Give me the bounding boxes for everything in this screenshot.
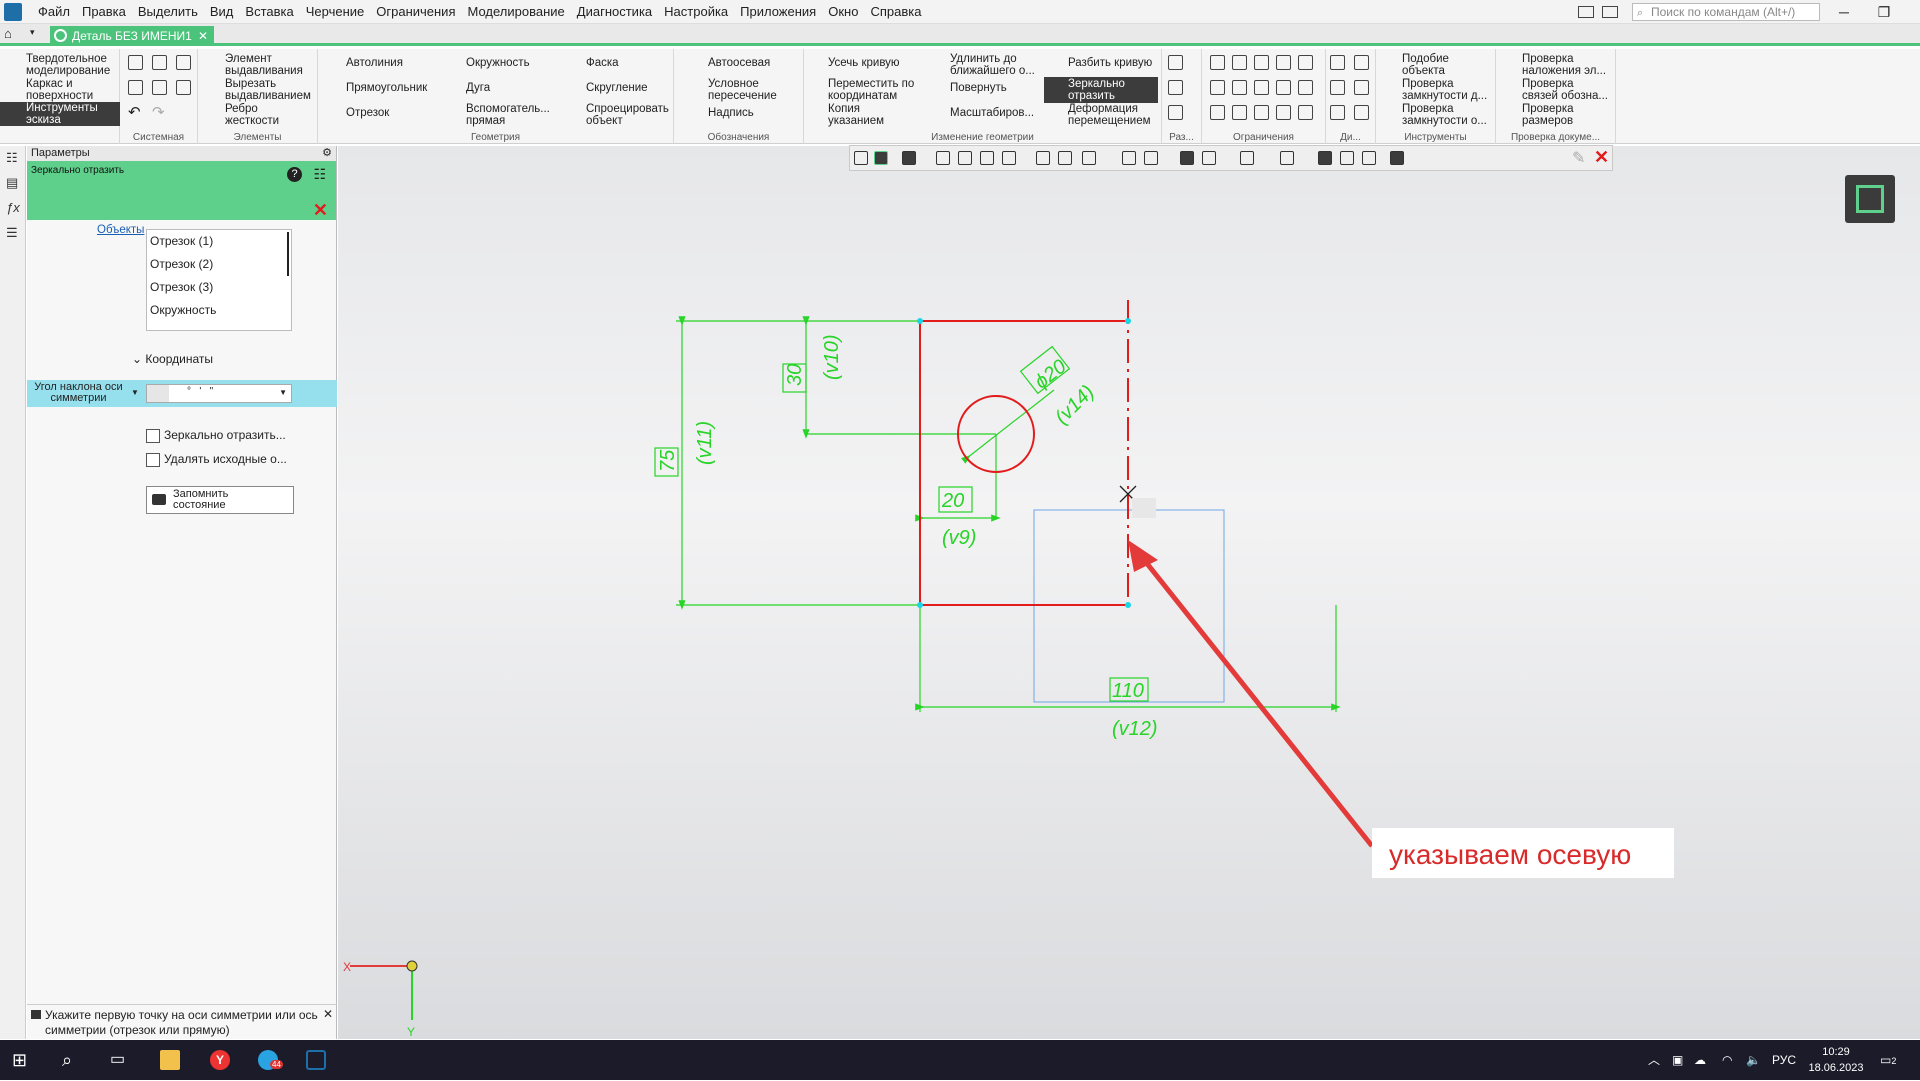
sketch-mode-icon[interactable]	[874, 151, 888, 165]
zoom-icon[interactable]	[1058, 151, 1072, 165]
dim-75: 75	[657, 449, 679, 472]
dim-20: 20	[941, 490, 964, 512]
snap-icon[interactable]	[902, 151, 916, 165]
shaded-icon[interactable]	[1180, 151, 1194, 165]
wireframe-icon[interactable]	[1202, 151, 1216, 165]
telegram-icon[interactable]: 44	[258, 1050, 283, 1070]
x-axis-label: X	[343, 960, 351, 974]
tray-chevron-icon[interactable]: ︿	[1648, 1040, 1660, 1080]
dimension-lines	[654, 316, 1341, 712]
cursor-tooltip-icon	[1132, 498, 1156, 518]
ortho-icon[interactable]	[936, 151, 950, 165]
orient-icon[interactable]	[1122, 151, 1136, 165]
language-indicator[interactable]: РУС	[1772, 1040, 1796, 1080]
dim-v14: (v14)	[1051, 381, 1099, 429]
dim-v10: (v10)	[821, 334, 843, 380]
view-icon[interactable]	[854, 151, 868, 165]
filter-icon[interactable]	[1390, 151, 1404, 165]
layers-view-icon[interactable]	[1362, 151, 1376, 165]
dim-v9: (v9)	[942, 527, 976, 549]
zoom-window-icon[interactable]	[1082, 151, 1096, 165]
sketch-exit-icon[interactable]	[1845, 175, 1895, 223]
callout-arrow-head	[1128, 540, 1158, 572]
task-view-icon[interactable]: ▭	[110, 1050, 130, 1070]
yandex-browser-icon[interactable]: Y	[210, 1050, 230, 1070]
section-icon[interactable]	[1340, 151, 1354, 165]
axis-icon[interactable]	[1144, 151, 1158, 165]
tangent-icon[interactable]	[958, 151, 972, 165]
wifi-icon[interactable]: ◠	[1722, 1040, 1732, 1080]
sketch-geometry	[919, 300, 1129, 606]
dim-110: 110	[1112, 680, 1144, 702]
kompas-icon[interactable]	[306, 1050, 326, 1070]
dimension-labels: 30 (v10) 75 (v11) 20 (v9) ϕ20 (v14) 110 …	[657, 334, 1158, 740]
y-axis-label: Y	[407, 1025, 415, 1039]
taskbar: ⊞ ⌕ ▭ Y 44 ︿ ▣ ☁ ◠ 🔈 РУС 10:29 18.06.2023…	[0, 1040, 1920, 1080]
filter-objects-icon[interactable]	[1318, 151, 1332, 165]
cancel-icon[interactable]: ✕	[1594, 147, 1609, 168]
notifications-icon[interactable]: ▭2	[1880, 1040, 1896, 1080]
file-explorer-icon[interactable]	[160, 1050, 180, 1070]
clock[interactable]: 10:29 18.06.2023	[1808, 1044, 1864, 1076]
dim-30: 30	[784, 364, 806, 386]
sketch-points	[917, 318, 1131, 608]
callout-text: указываем осевую	[1389, 839, 1631, 870]
grid-icon[interactable]	[1002, 151, 1016, 165]
camera-view-icon[interactable]	[1280, 151, 1294, 165]
windows-start-icon[interactable]: ⊞	[12, 1050, 32, 1070]
rotate-view-icon[interactable]	[980, 151, 994, 165]
dim-v12: (v12)	[1112, 718, 1158, 740]
search-icon[interactable]: ⌕	[62, 1050, 82, 1070]
origin-point[interactable]	[406, 960, 418, 972]
view-toolbar: ✎ ✕	[849, 145, 1613, 171]
tray-icon[interactable]: ▣	[1672, 1040, 1683, 1080]
hide-icon[interactable]	[1240, 151, 1254, 165]
callout-arrow	[1139, 554, 1374, 848]
volume-icon[interactable]: 🔈	[1746, 1040, 1761, 1080]
cloud-icon[interactable]: ☁	[1694, 1040, 1706, 1080]
fit-icon[interactable]	[1036, 151, 1050, 165]
sketch-frame-icon	[1856, 185, 1884, 213]
apply-icon[interactable]: ✎	[1572, 148, 1585, 168]
dim-phi20: ϕ20	[1031, 356, 1071, 394]
telegram-badge: 44	[270, 1060, 283, 1069]
dim-v11: (v11)	[694, 421, 716, 465]
